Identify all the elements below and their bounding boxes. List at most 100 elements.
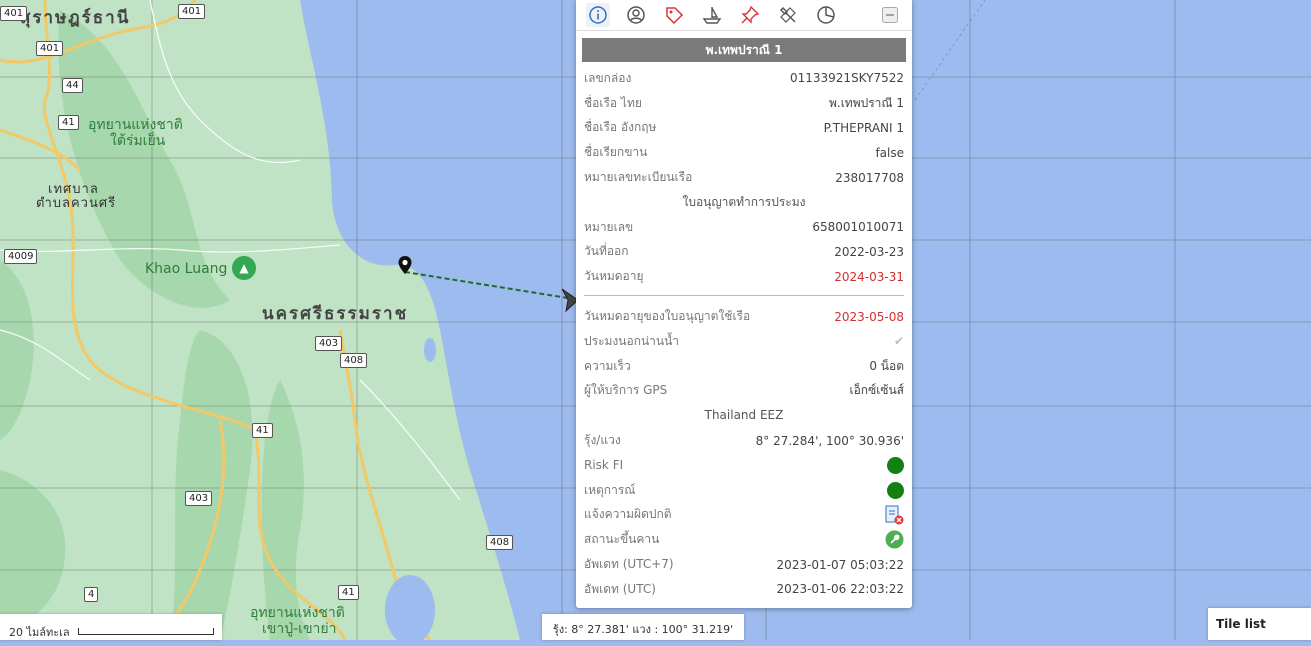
label-park-south: อุทยานแห่งชาติ: [250, 605, 345, 621]
zone-section-heading: Thailand EEZ: [704, 408, 784, 423]
info-row: หมายเลขทะเบียนเรือ 238017708: [576, 165, 912, 190]
tab-tag[interactable]: [662, 3, 686, 27]
row-label: หมายเลขทะเบียนเรือ: [584, 170, 693, 185]
road-shield: 4009: [4, 249, 38, 264]
cursor-coordinates: รุ้ง: 8° 27.381' แวง : 100° 31.219': [542, 614, 744, 640]
info-row: ประมงนอกน่านน้ำ ✔: [576, 329, 912, 354]
row-label: หมายเลข: [584, 219, 634, 234]
info-row: เลขกล่อง 01133921SKY7522: [576, 66, 912, 91]
event-status-dot-icon: [887, 481, 904, 499]
row-label: ประมงนอกน่านน้ำ: [584, 333, 680, 348]
row-label: แจ้งความผิดปกติ: [584, 507, 672, 522]
row-label: อัพเดท (UTC+7): [584, 557, 674, 572]
vessel-name-title: พ.เทพปราณี 1: [582, 38, 906, 62]
pushpin-icon: [741, 5, 760, 24]
row-label: วันหมดอายุ: [584, 269, 644, 284]
risk-status-dot-icon: [887, 456, 904, 474]
tab-info[interactable]: [586, 3, 610, 27]
mountain-icon: ▲: [232, 256, 256, 280]
tag-icon: [666, 7, 684, 25]
row-label: Risk FI: [584, 458, 624, 473]
pie-chart-icon: [817, 6, 835, 24]
info-row: วันหมดอายุของใบอนุญาตใช้เรือ 2023-05-08: [576, 304, 912, 329]
label-tessaban-2: ตำบลควนศรี: [36, 196, 117, 211]
info-row: ผู้ให้บริการ GPS เอ็กซ์เซ้นส์: [576, 379, 912, 404]
scale-label: 20 ไมล์ทะเล: [9, 626, 70, 639]
row-value: P.THEPRANI 1: [823, 120, 904, 135]
tab-chart[interactable]: [814, 3, 838, 27]
road-shield: 44: [62, 78, 83, 93]
row-value: 8° 27.284', 100° 30.936': [755, 433, 904, 448]
label-park-north-2: ใต้ร่มเย็น: [110, 133, 166, 149]
info-row: ความเร็ว 0 น็อต: [576, 354, 912, 379]
info-row: ชื่อเรียกขาน false: [576, 140, 912, 165]
info-row: อัพเดท (UTC+7) 2023-01-07 05:03:22: [576, 552, 912, 577]
label-park-north: อุทยานแห่งชาติ: [88, 117, 183, 133]
row-value: 2022-03-23: [834, 244, 904, 259]
row-value: 658001010071: [812, 220, 904, 235]
info-row: ชื่อเรือ อังกฤษ P.THEPRANI 1: [576, 116, 912, 141]
row-value: เอ็กซ์เซ้นส์: [849, 383, 905, 398]
road-shield: 401: [0, 6, 28, 21]
tab-pin[interactable]: [738, 3, 762, 27]
info-row: วันหมดอายุ 2024-03-31: [576, 264, 912, 289]
road-shield: 403: [315, 336, 343, 351]
info-row: แจ้งความผิดปกติ: [576, 503, 912, 528]
row-label: รุ้ง/แวง: [584, 433, 621, 448]
road-shield: 408: [340, 353, 368, 368]
row-value: 2023-01-07 05:03:22: [776, 557, 904, 572]
tab-owner[interactable]: [624, 3, 648, 27]
tools-icon: [779, 6, 796, 23]
row-value: 0 น็อต: [869, 358, 904, 373]
vessel-info-popup: พ.เทพปราณี 1 เลขกล่อง 01133921SKY7522 ชื…: [576, 0, 912, 608]
info-row: รุ้ง/แวง 8° 27.284', 100° 30.936': [576, 428, 912, 453]
road-shield: 403: [185, 491, 213, 506]
row-label: อัพเดท (UTC): [584, 581, 656, 596]
row-label: เลขกล่อง: [584, 70, 632, 85]
row-value-expired: 2023-05-08: [834, 309, 904, 324]
info-row: อัพเดท (UTC) 2023-01-06 22:03:22: [576, 577, 912, 602]
minimize-icon: [882, 7, 898, 23]
info-row: ชื่อเรือ ไทย พ.เทพปราณี 1: [576, 91, 912, 116]
tab-ship[interactable]: [700, 3, 724, 27]
row-label: เหตุการณ์: [584, 482, 636, 497]
license-section-heading: ใบอนุญาตทำการประมง: [682, 194, 806, 209]
road-shield: 401: [36, 41, 64, 56]
tab-tools[interactable]: [776, 3, 800, 27]
road-shield: 41: [252, 423, 273, 438]
location-pin-icon[interactable]: [397, 255, 413, 275]
road-shield: 41: [338, 585, 359, 600]
tile-list-button[interactable]: Tile list: [1208, 608, 1311, 640]
label-park-south-2: เขาปู่-เขาย่า: [262, 621, 337, 637]
divider: [584, 295, 904, 297]
road-shield: 408: [486, 535, 514, 550]
info-row: วันที่ออก 2022-03-23: [576, 240, 912, 265]
popup-tab-bar: [576, 0, 912, 31]
wrench-status-icon[interactable]: [885, 530, 904, 549]
row-label: ความเร็ว: [584, 358, 631, 373]
row-value: 01133921SKY7522: [789, 71, 904, 86]
ship-icon: [702, 7, 722, 24]
label-khao-luang: Khao Luang: [145, 261, 228, 277]
info-row: หมายเลข 658001010071: [576, 215, 912, 240]
row-value: false: [875, 145, 904, 160]
row-label: ผู้ให้บริการ GPS: [584, 383, 668, 398]
report-anomaly-icon[interactable]: [884, 505, 904, 525]
label-surat-thani: สุราษฎร์ธานี: [20, 8, 131, 28]
road-shield: 4: [84, 587, 99, 602]
row-label: วันที่ออก: [584, 244, 629, 259]
info-row: Risk FI: [576, 453, 912, 478]
checkmark-icon: ✔: [893, 334, 904, 349]
info-icon: [589, 6, 607, 24]
road-shield: 401: [178, 4, 206, 19]
info-row: สถานะขึ้นคาน: [576, 527, 912, 552]
row-value: พ.เทพปราณี 1: [828, 95, 904, 110]
user-icon: [627, 6, 645, 24]
row-label: ชื่อเรือ อังกฤษ: [584, 120, 657, 135]
scale-bar: 20 ไมล์ทะเล: [0, 614, 222, 640]
row-label: วันหมดอายุของใบอนุญาตใช้เรือ: [584, 309, 751, 324]
row-value: 2023-01-06 22:03:22: [776, 582, 904, 597]
minimize-button[interactable]: [878, 3, 902, 27]
scale-ruler: [78, 628, 214, 635]
info-row: เหตุการณ์: [576, 478, 912, 503]
